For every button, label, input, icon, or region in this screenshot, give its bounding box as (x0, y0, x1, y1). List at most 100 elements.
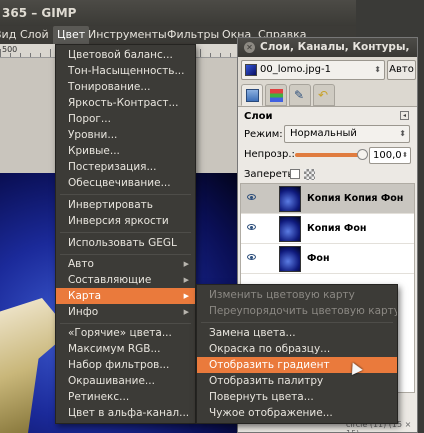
menu-item-desaturate[interactable]: Обесцвечивание... (56, 175, 195, 191)
eye-icon[interactable] (247, 224, 256, 230)
section-title: Слои (244, 111, 273, 122)
menu-layer[interactable]: Слой (16, 26, 53, 44)
gimp-screen: 500 365 – GIMP Вид Слой Цвет Инструменты… (0, 0, 424, 433)
menu-item-hue-saturation[interactable]: Тон-Насыщенность... (56, 63, 195, 79)
submenu-arrow-icon: ▶ (183, 308, 189, 316)
menu-item-rearrange-colormap: Изменить цветовую карту (209, 289, 355, 301)
paths-icon: ✎ (294, 88, 305, 102)
undo-icon: ↶ (318, 88, 329, 102)
ruler-tick (50, 49, 51, 57)
menu-item-levels[interactable]: Уровни... (56, 127, 195, 143)
ruler-tick (230, 53, 231, 57)
menu-item-colorize[interactable]: Тонирование... (56, 79, 195, 95)
menu-item-colorify[interactable]: Окрашивание... (56, 373, 195, 389)
menu-item-rotate-colors[interactable]: Повернуть цвета... (197, 389, 397, 405)
opacity-spinbox[interactable]: 100,0 ⬍ (369, 147, 411, 164)
map-submenu: Изменить цветовую карту Переупорядочить … (196, 284, 398, 424)
ruler-tick (210, 53, 211, 57)
menu-item-curves[interactable]: Кривые... (56, 143, 195, 159)
menu-item-map[interactable]: Карта ▶ (56, 288, 195, 304)
image-thumbnail-icon (245, 64, 257, 76)
ruler-tick (40, 53, 41, 57)
menu-item-label: Карта (68, 290, 102, 302)
menu-item-palette-map[interactable]: Отобразить палитру (197, 373, 397, 389)
layer-row[interactable]: Копия Копия Фон (241, 184, 414, 214)
menu-separator (60, 232, 191, 233)
menu-separator (60, 254, 191, 255)
layer-thumbnail (279, 216, 301, 242)
opacity-slider-track[interactable] (295, 153, 363, 157)
lock-label: Запереть: (244, 169, 297, 180)
image-selector[interactable]: 00_lomo.jpg-1 ⬍ (241, 60, 385, 80)
menu-filters[interactable]: Фильтры (163, 26, 223, 44)
channels-icon (270, 89, 283, 102)
menu-item-max-rgb[interactable]: Максимум RGB... (56, 341, 195, 357)
menu-item-posterize[interactable]: Постеризация... (56, 159, 195, 175)
menu-separator (201, 322, 393, 323)
menu-item-auto[interactable]: Авто ▶ (56, 256, 195, 272)
lock-pixels-checkbox[interactable] (290, 169, 300, 179)
menu-separator (60, 194, 191, 195)
dock-titlebar: ✕ Слои, Каналы, Контуры, (238, 38, 417, 57)
chevron-updown-icon: ⬍ (399, 129, 406, 138)
opacity-value: 100,0 (373, 150, 402, 161)
eye-icon[interactable] (247, 194, 256, 200)
menu-item-set-colormap: Переупорядочить цветовую карту... (209, 305, 397, 317)
ruler-tick (200, 49, 201, 57)
menu-item-brightness-contrast[interactable]: Яркость-Контраст... (56, 95, 195, 111)
menu-item-alien-map[interactable]: Чужое отображение... (197, 405, 397, 421)
layer-name: Фон (307, 253, 330, 264)
submenu-arrow-icon: ▶ (183, 260, 189, 268)
menu-item-filter-pack[interactable]: Набор фильтров... (56, 357, 195, 373)
menu-item-label: Авто (68, 258, 94, 270)
auto-button[interactable]: Авто (387, 60, 416, 80)
layer-name: Копия Копия Фон (307, 193, 404, 204)
tab-layers[interactable] (241, 84, 263, 106)
menu-tools[interactable]: Инструменты (84, 26, 171, 44)
menu-item-value-invert[interactable]: Инверсия яркости (56, 213, 195, 229)
ruler-tick (30, 53, 31, 57)
window-title: 365 – GIMP (2, 6, 77, 20)
mode-label: Режим: (244, 129, 283, 140)
menu-item-gradient-map[interactable]: Отобразить градиент (197, 357, 397, 373)
menu-item-use-gegl[interactable]: Использовать GEGL (56, 235, 195, 251)
layer-name: Копия Фон (307, 223, 367, 234)
menu-item-threshold[interactable]: Порог... (56, 111, 195, 127)
lock-alpha-icon[interactable] (304, 169, 315, 180)
ruler-tick (10, 53, 11, 57)
window-titlebar: 365 – GIMP (0, 0, 356, 26)
menu-item-color-balance[interactable]: Цветовой баланс... (56, 47, 195, 63)
menu-item-sample-colorize[interactable]: Окраска по образцу... (197, 341, 397, 357)
opacity-label: Непрозр.: (244, 149, 295, 160)
dock-title: Слои, Каналы, Контуры, (260, 41, 410, 53)
mode-select[interactable]: Нормальный ⬍ (284, 125, 410, 143)
menu-item-retinex[interactable]: Ретинекс... (56, 389, 195, 405)
menu-item-info[interactable]: Инфо ▶ (56, 304, 195, 320)
image-selector-value: 00_lomo.jpg-1 (260, 64, 331, 75)
tab-channels[interactable] (265, 84, 287, 106)
layer-thumbnail (279, 186, 301, 212)
layer-row[interactable]: Фон (241, 244, 414, 274)
ruler-tick (20, 53, 21, 57)
panel-menu-icon[interactable]: ◂ (400, 111, 409, 120)
layer-row[interactable]: Копия Фон (241, 214, 414, 244)
menu-item-color-to-alpha[interactable]: Цвет в альфа-канал... (56, 405, 195, 421)
ruler-tick (220, 53, 221, 57)
menu-item-invert[interactable]: Инвертировать (56, 197, 195, 213)
eye-icon[interactable] (247, 254, 256, 260)
menu-item-label: Составляющие (68, 274, 152, 286)
menu-item-color-exchange[interactable]: Замена цвета... (197, 325, 397, 341)
menu-item-components[interactable]: Составляющие ▶ (56, 272, 195, 288)
tab-paths[interactable]: ✎ (289, 84, 311, 106)
submenu-arrow-icon: ▶ (183, 276, 189, 284)
color-menu: Цветовой баланс... Тон-Насыщенность... Т… (55, 44, 196, 424)
close-icon[interactable]: ✕ (244, 41, 255, 53)
ruler-tick (0, 49, 1, 57)
menu-item-label: Инфо (68, 306, 99, 318)
spin-arrows-icon: ⬍ (402, 151, 408, 159)
menu-item-hot[interactable]: «Горячие» цвета... (56, 325, 195, 341)
opacity-slider-handle[interactable] (357, 149, 368, 160)
mode-value: Нормальный (290, 128, 357, 139)
tab-undo-history[interactable]: ↶ (313, 84, 335, 106)
menu-separator (60, 323, 191, 324)
